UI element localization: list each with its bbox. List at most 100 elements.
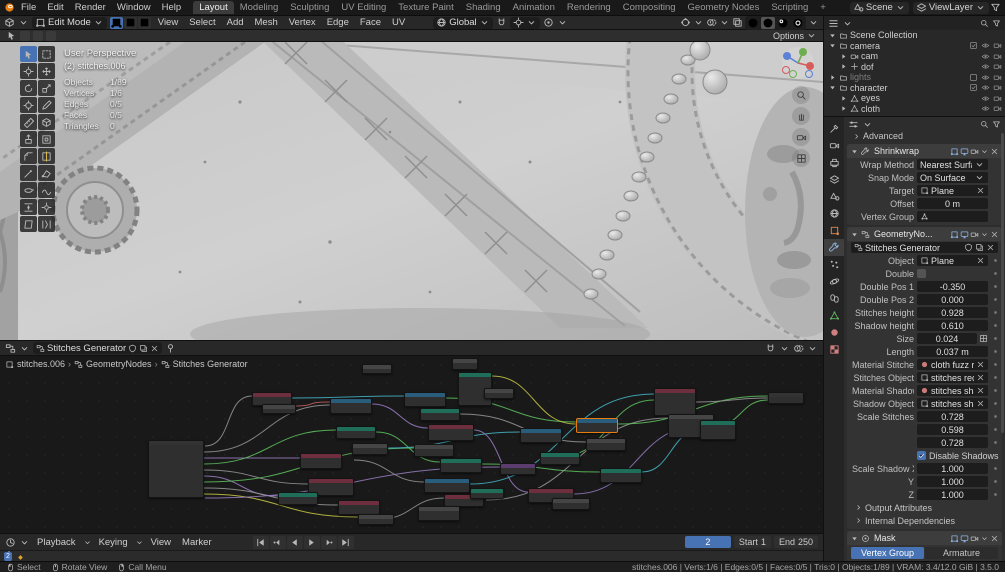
- select-mode-subtract-button[interactable]: [46, 31, 56, 41]
- geometry-nodes-name[interactable]: GeometryNo...: [874, 229, 933, 239]
- tool-rotate-button[interactable]: [20, 80, 37, 96]
- render-visibility-icon[interactable]: [993, 62, 1002, 71]
- modifier-remove-icon[interactable]: [990, 147, 999, 156]
- collapse-arrow-icon[interactable]: [828, 73, 837, 82]
- shading-rendered-button[interactable]: [791, 17, 805, 29]
- tool-tweak-button[interactable]: [20, 46, 37, 62]
- collapse-arrow-icon[interactable]: [839, 94, 848, 103]
- display-realtime-icon[interactable]: [960, 147, 969, 156]
- advanced-section[interactable]: Advanced: [844, 130, 1005, 142]
- node[interactable]: [404, 392, 446, 407]
- viewlayer-selector[interactable]: ViewLayer: [913, 2, 989, 14]
- node[interactable]: [552, 498, 590, 510]
- stitches-object-object-field[interactable]: stitches rect...: [917, 372, 988, 383]
- properties-tab-object[interactable]: [824, 222, 844, 239]
- outliner-row-camera[interactable]: camera: [824, 41, 1005, 52]
- length-number-field[interactable]: 0.037 m: [917, 346, 988, 357]
- expand-arrow-icon[interactable]: [828, 41, 837, 50]
- node[interactable]: [358, 514, 394, 525]
- timeline-strip[interactable]: 2: [0, 550, 823, 561]
- camera-view-button[interactable]: [792, 128, 810, 146]
- node-snap-icon[interactable]: [765, 343, 776, 354]
- properties-tab-texture[interactable]: [824, 341, 844, 358]
- animate-decorator-icon[interactable]: [990, 333, 1001, 344]
- play-reverse-button[interactable]: [287, 536, 303, 549]
- timeline-menu-view[interactable]: View: [147, 537, 175, 548]
- mode-dropdown[interactable]: Edit Mode: [32, 17, 107, 29]
- tool-extrude-region-button[interactable]: [20, 131, 37, 147]
- node[interactable]: [352, 443, 388, 455]
- shrinkwrap-name[interactable]: Shrinkwrap: [874, 146, 919, 156]
- workspace-tab-scripting[interactable]: Scripting: [765, 1, 814, 14]
- collapse-arrow-icon[interactable]: [839, 52, 848, 61]
- scene-selector[interactable]: Scene: [850, 2, 909, 14]
- chev-icon[interactable]: [19, 343, 30, 354]
- node[interactable]: [600, 468, 642, 483]
- animate-decorator-icon[interactable]: [990, 424, 1001, 435]
- animate-decorator-icon[interactable]: [990, 307, 1001, 318]
- properties-tab-scene[interactable]: [824, 188, 844, 205]
- display-editmode-icon[interactable]: [950, 147, 959, 156]
- expand-arrow-icon[interactable]: [850, 230, 859, 239]
- editor-type-outliner-icon[interactable]: [828, 18, 839, 29]
- animate-decorator-icon[interactable]: [990, 255, 1001, 266]
- zoom-button[interactable]: [792, 86, 810, 104]
- material-stitches-material-field[interactable]: cloth fuzz red: [917, 359, 988, 370]
- node[interactable]: [262, 404, 296, 414]
- outliner-row-scene-collection[interactable]: Scene Collection: [824, 30, 1005, 41]
- node[interactable]: [338, 500, 380, 515]
- animate-decorator-icon[interactable]: [990, 489, 1001, 500]
- node[interactable]: [452, 358, 478, 370]
- object-object-field[interactable]: Plane: [917, 255, 988, 266]
- viewport-menu-edge[interactable]: Edge: [323, 17, 353, 28]
- animate-decorator-icon[interactable]: [990, 463, 1001, 474]
- node[interactable]: [420, 408, 460, 421]
- chev-icon[interactable]: [19, 537, 30, 548]
- node[interactable]: [424, 478, 470, 493]
- animate-decorator-icon[interactable]: [990, 294, 1001, 305]
- timeline-menu-marker[interactable]: Marker: [178, 537, 216, 548]
- node[interactable]: [336, 426, 376, 439]
- tool-loop-cut-button[interactable]: [38, 148, 55, 164]
- animate-decorator-icon[interactable]: [990, 281, 1001, 292]
- display-render-icon[interactable]: [970, 147, 979, 156]
- collapsed-section-output-attributes[interactable]: Output Attributes: [847, 501, 1002, 514]
- shrinkwrap-header[interactable]: Shrinkwrap: [847, 144, 1002, 158]
- scale-stitches-0-field[interactable]: 0.728: [917, 411, 988, 422]
- pan-button[interactable]: [792, 107, 810, 125]
- tool-poly-build-button[interactable]: [38, 165, 55, 181]
- eye-icon[interactable]: [981, 73, 990, 82]
- tool-inset-faces-button[interactable]: [38, 131, 55, 147]
- double-pos-1-number-field[interactable]: -0.350: [917, 281, 988, 292]
- editor-type-properties-icon[interactable]: [848, 119, 859, 130]
- animate-decorator-icon[interactable]: [990, 398, 1001, 409]
- navigation-gizmo[interactable]: [781, 46, 815, 83]
- tool-measure-button[interactable]: [20, 114, 37, 130]
- node[interactable]: [520, 428, 562, 443]
- snap-with-dropdown[interactable]: [510, 17, 540, 29]
- stitches-height-number-field[interactable]: 0.928: [917, 307, 988, 318]
- tool-knife-button[interactable]: [20, 165, 37, 181]
- tool-shear-button[interactable]: [20, 216, 37, 232]
- collapse-arrow-icon[interactable]: [839, 62, 848, 71]
- breadcrumb-item-stitches-006[interactable]: stitches.006: [17, 359, 65, 369]
- outliner-row-cloth[interactable]: cloth: [824, 104, 1005, 115]
- display-editmode-icon[interactable]: [950, 534, 959, 543]
- snap-mode-dropdown[interactable]: On Surface: [917, 172, 988, 183]
- mask-name[interactable]: Mask: [874, 533, 896, 543]
- workspace-tab-sculpting[interactable]: Sculpting: [284, 1, 335, 14]
- workspace-tab-texture-paint[interactable]: Texture Paint: [392, 1, 459, 14]
- node[interactable]: [768, 392, 804, 404]
- pin-icon[interactable]: [165, 343, 176, 354]
- tool-bevel-button[interactable]: [20, 148, 37, 164]
- next-keyframe-button[interactable]: [321, 536, 337, 549]
- outliner-row-dof[interactable]: dof: [824, 62, 1005, 73]
- node[interactable]: [300, 453, 342, 469]
- search-icon[interactable]: [980, 120, 989, 129]
- proportional-edit-icon[interactable]: [543, 17, 554, 28]
- chev-icon[interactable]: [719, 17, 730, 28]
- mask-mode-armature-button[interactable]: Armature: [925, 547, 998, 559]
- frame-end-field[interactable]: End250: [774, 536, 818, 548]
- scale-shadow-x-number-field[interactable]: 1.000: [917, 463, 988, 474]
- viewport-menu-face[interactable]: Face: [356, 17, 385, 28]
